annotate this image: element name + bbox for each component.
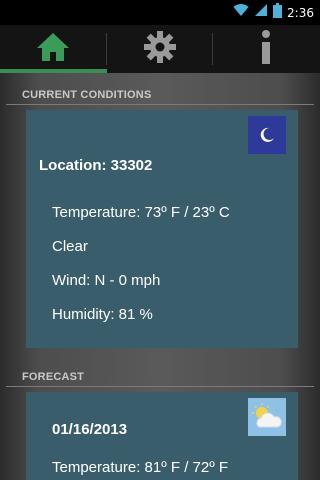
forecast-date: 01/16/2013 [52,421,128,438]
wind-label: Wind: N - 0 mph [52,272,161,289]
tab-home[interactable] [0,25,107,73]
home-icon [35,31,71,68]
current-conditions-card: Location: 33302 Temperature: 73º F / 23º… [26,110,298,348]
forecast-header: FORECAST [22,371,85,383]
status-bar: 2:36 [0,0,320,25]
info-icon [259,29,273,70]
partly-cloudy-icon [248,398,286,436]
section-divider [6,104,314,105]
current-conditions-header: CURRENT CONDITIONS [22,89,152,101]
battery-icon [273,2,283,23]
humidity-label: Humidity: 81 % [52,306,153,323]
tab-settings[interactable] [107,25,214,73]
forecast-temperature: Temperature: 81º F / 72º F [52,459,229,476]
section-divider [6,386,314,387]
temperature-label: Temperature: 73º F / 23º C [52,204,230,221]
signal-icon [254,3,268,22]
moon-icon [248,116,286,154]
location-label: Location: 33302 [39,157,153,174]
wifi-icon [233,3,249,22]
forecast-card: 01/16/2013 Temperature: 81º F / 72º F [26,392,298,480]
tab-bar [0,25,320,73]
status-time: 2:36 [287,5,314,20]
condition-label: Clear [52,238,88,255]
gear-icon [143,30,177,69]
tab-info[interactable] [213,25,320,73]
